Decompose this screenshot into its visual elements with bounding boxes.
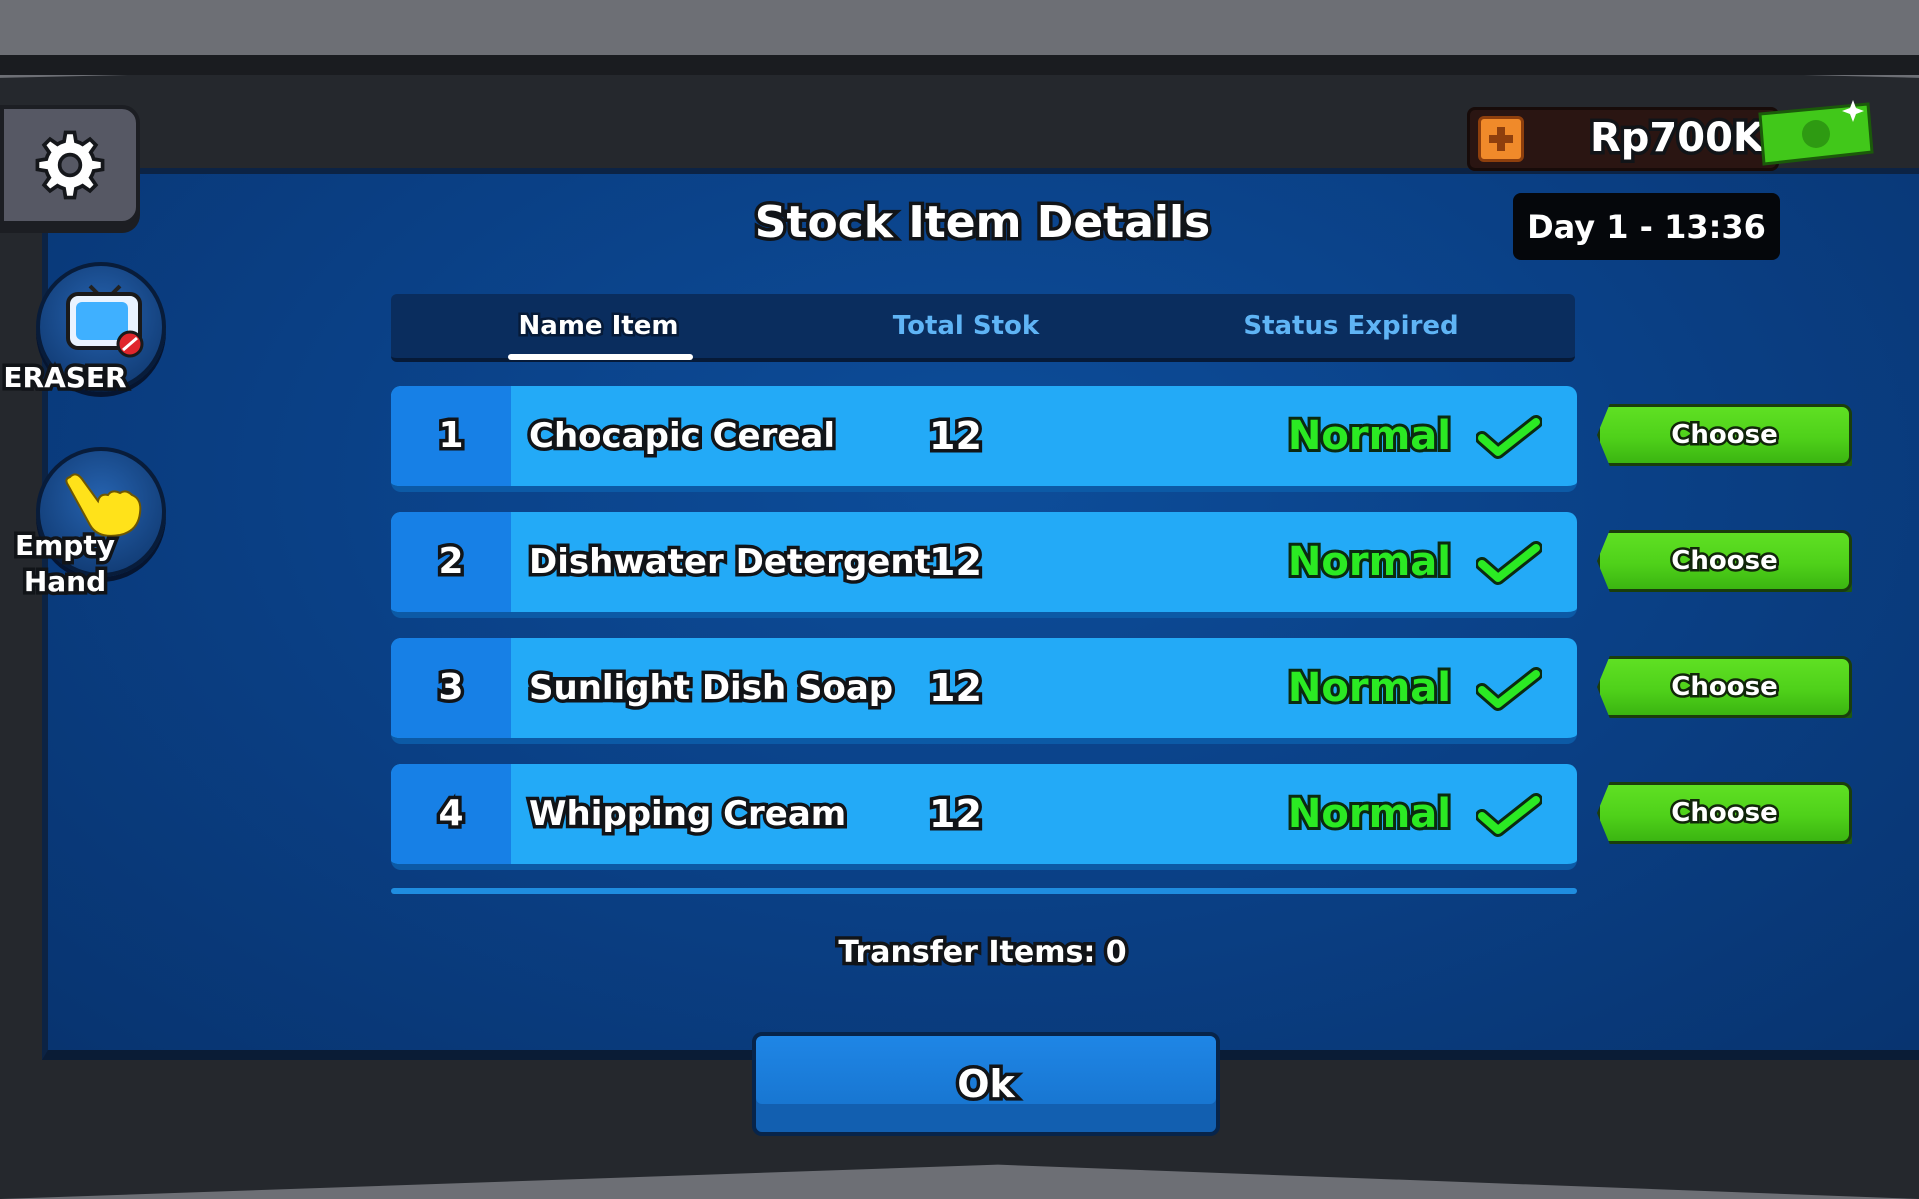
choose-button[interactable]: Choose: [1597, 782, 1852, 844]
eraser-tool-label: ERASER: [0, 358, 130, 398]
next-row-edge: [391, 888, 1577, 894]
choose-button[interactable]: Choose: [1597, 530, 1852, 592]
table-row: 1 Chocapic Cereal 12 Normal: [391, 386, 1577, 492]
choose-button-label: Choose: [1669, 670, 1780, 705]
choose-button[interactable]: Choose: [1597, 656, 1852, 718]
add-money-button[interactable]: [1478, 116, 1524, 162]
choose-button-label: Choose: [1669, 796, 1780, 831]
sort-tab-bar: Name Item Total Stok Status Expired: [391, 294, 1575, 362]
tab-status-expired[interactable]: Status Expired: [1191, 294, 1511, 358]
frame-top-band: [0, 55, 1919, 75]
item-name: Chocapic Cereal: [525, 413, 838, 460]
plus-icon: [1489, 127, 1513, 151]
row-number: 4: [435, 790, 467, 838]
tab-total-stok[interactable]: Total Stok: [851, 294, 1081, 358]
table-row: 3 Sunlight Dish Soap 12 Normal: [391, 638, 1577, 744]
item-status: Normal: [1285, 410, 1454, 462]
item-name: Sunlight Dish Soap: [525, 665, 896, 712]
money-value: Rp700K: [1587, 112, 1768, 165]
item-quantity: 12: [926, 411, 986, 462]
checkmark-icon: [1476, 667, 1542, 711]
item-name: Dishwater Detergent: [526, 539, 935, 586]
transfer-items-count: Transfer Items: 0: [835, 932, 1130, 974]
day-time-display: Day 1 - 13:36: [1513, 193, 1780, 260]
choose-button[interactable]: Choose: [1597, 404, 1852, 466]
ticket-icon: [1758, 100, 1874, 166]
tab-name-item[interactable]: Name Item: [506, 294, 691, 358]
checkmark-icon: [1476, 793, 1542, 837]
item-status: Normal: [1285, 788, 1454, 840]
ok-button[interactable]: Ok: [752, 1032, 1220, 1136]
item-name: Whipping Cream: [525, 791, 849, 838]
checkmark-icon: [1476, 541, 1542, 585]
item-status: Normal: [1285, 662, 1454, 714]
settings-button[interactable]: [0, 105, 140, 225]
row-number: 2: [435, 538, 467, 586]
tv-eraser-icon: [66, 284, 144, 358]
table-row: 4 Whipping Cream 12 Normal: [391, 764, 1577, 870]
choose-button-label: Choose: [1669, 418, 1780, 453]
checkmark-icon: [1476, 415, 1542, 459]
item-status: Normal: [1285, 536, 1454, 588]
row-number: 3: [435, 664, 467, 712]
item-quantity: 12: [926, 789, 986, 840]
row-number: 1: [435, 412, 467, 460]
item-quantity: 12: [926, 537, 986, 588]
empty-hand-tool-label: Empty Hand: [12, 526, 119, 602]
item-quantity: 12: [926, 663, 986, 714]
page-title: Stock Item Details: [751, 194, 1213, 252]
gear-icon: [35, 130, 105, 200]
active-tab-indicator: [508, 354, 693, 360]
choose-button-label: Choose: [1669, 544, 1780, 579]
table-row: 2 Dishwater Detergent 12 Normal: [391, 512, 1577, 618]
